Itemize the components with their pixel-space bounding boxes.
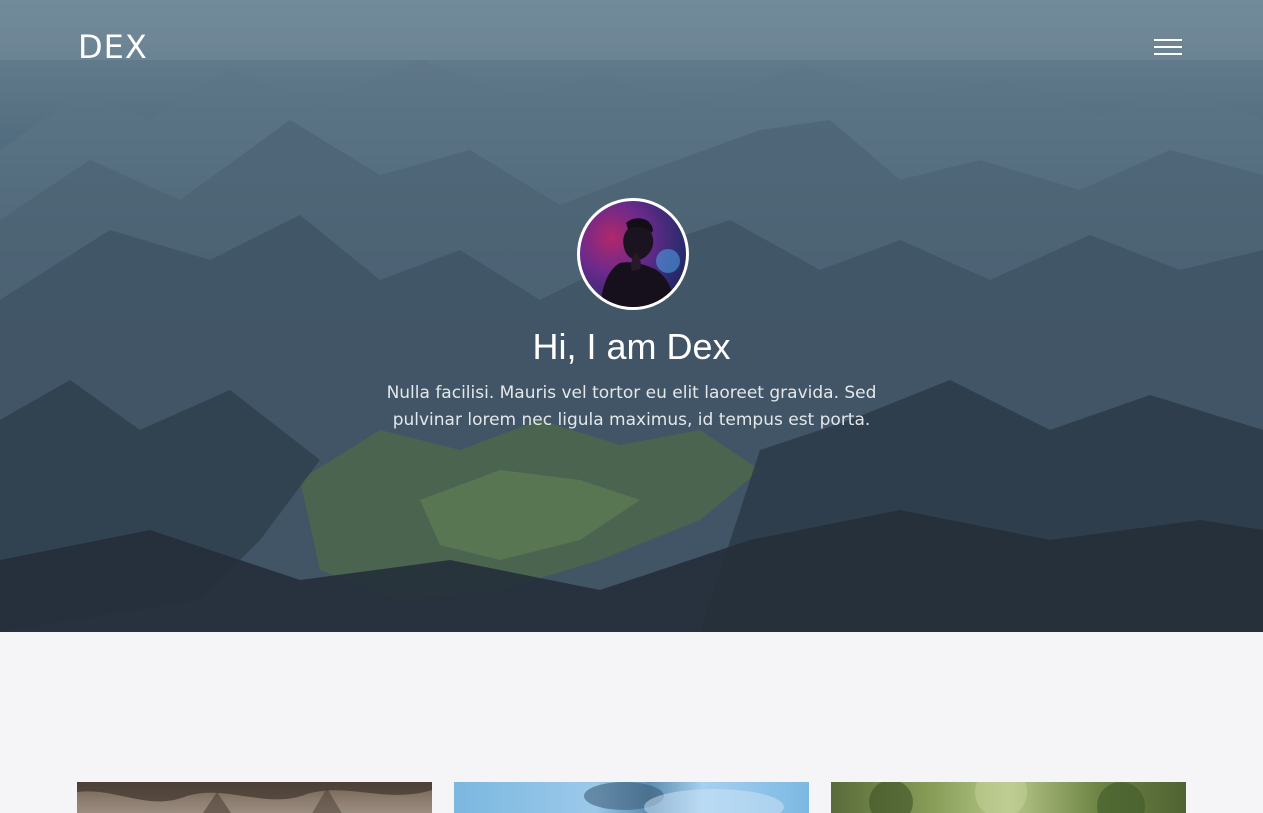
- hero-section: DEX Hi, I am Dex Nulla facilisi. Mauris …: [0, 0, 1263, 632]
- hero-description: Nulla facilisi. Mauris vel tortor eu eli…: [386, 383, 877, 430]
- portfolio-card-1[interactable]: [77, 782, 432, 813]
- hero-title: Hi, I am Dex: [532, 326, 731, 367]
- page: DEX Hi, I am Dex Nulla facilisi. Mauris …: [0, 0, 1263, 813]
- hamburger-menu-icon[interactable]: [1150, 34, 1184, 60]
- card-image-1: [77, 782, 432, 813]
- portfolio-card-2[interactable]: [454, 782, 809, 813]
- card-image-3: [869, 782, 1145, 813]
- mountain-background-image: [0, 0, 1263, 632]
- menu-line: [1154, 39, 1182, 41]
- profile-avatar: [577, 198, 689, 310]
- card-image-2: [584, 782, 784, 813]
- menu-line: [1154, 46, 1182, 48]
- portfolio-card-3[interactable]: [831, 782, 1186, 813]
- menu-line: [1154, 53, 1182, 55]
- person-portrait-icon: [600, 218, 680, 307]
- site-logo[interactable]: DEX: [78, 30, 148, 64]
